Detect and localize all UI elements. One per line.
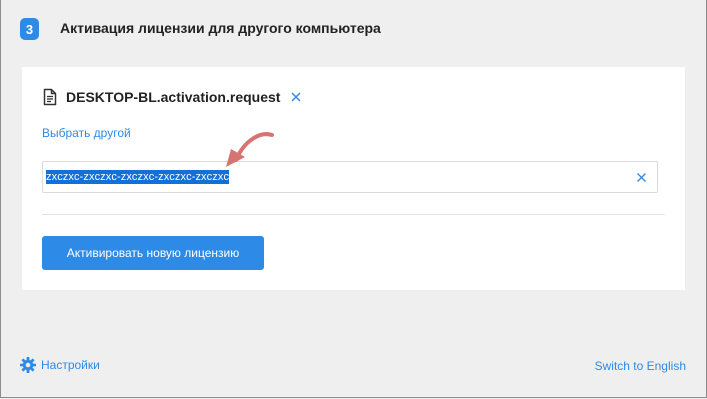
document-icon	[42, 88, 58, 106]
settings-link[interactable]: Настройки	[20, 357, 100, 373]
clear-field-icon[interactable]	[636, 172, 647, 183]
switch-language-link[interactable]: Switch to English	[595, 359, 686, 373]
activation-code-input[interactable]: zxczxc-zxczxc-zxczxc-zxczxc-zxczxc	[42, 161, 658, 193]
activate-license-button[interactable]: Активировать новую лицензию	[42, 236, 264, 270]
remove-file-icon[interactable]	[290, 91, 302, 103]
divider	[42, 214, 665, 215]
step-title: Активация лицензии для другого компьютер…	[60, 20, 381, 36]
pointer-arrow-icon	[226, 132, 274, 167]
selected-file: DESKTOP-BL.activation.request	[42, 88, 302, 106]
activation-code-value[interactable]: zxczxc-zxczxc-zxczxc-zxczxc-zxczxc	[46, 170, 230, 184]
gear-icon	[20, 357, 36, 373]
step-number-badge: 3	[20, 18, 39, 40]
file-name: DESKTOP-BL.activation.request	[66, 89, 281, 105]
settings-label: Настройки	[41, 358, 100, 372]
activation-card: DESKTOP-BL.activation.request Выбрать др…	[22, 67, 685, 290]
choose-other-file-link[interactable]: Выбрать другой	[42, 126, 131, 140]
